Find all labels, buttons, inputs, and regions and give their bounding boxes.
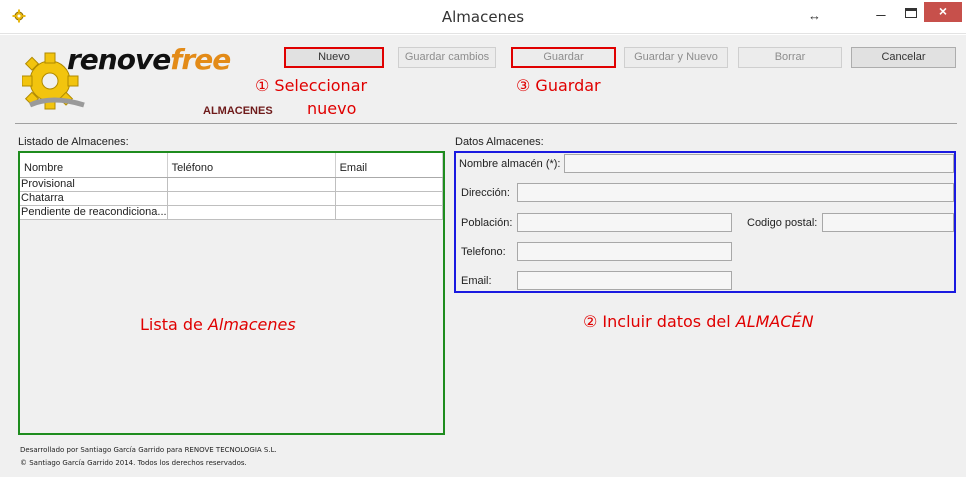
nuevo-button[interactable]: Nuevo	[284, 47, 384, 68]
annotation-step2-prefix: ② Incluir datos del	[583, 312, 736, 331]
maximize-button[interactable]	[901, 4, 921, 26]
main-panel: renovefree ALMACENES Nuevo Guardar cambi…	[0, 35, 966, 477]
guardar-cambios-button[interactable]: Guardar cambios	[398, 47, 496, 68]
telefono-input[interactable]	[517, 242, 732, 261]
guardar-y-nuevo-button[interactable]: Guardar y Nuevo	[624, 47, 728, 68]
annotation-step3: ③ Guardar	[516, 76, 601, 95]
almacenes-table: Nombre Teléfono Email Provisional Chatar…	[20, 153, 444, 220]
table-row[interactable]: Chatarra	[20, 191, 444, 206]
separator-line	[15, 123, 957, 124]
almacenes-list[interactable]: Nombre Teléfono Email Provisional Chatar…	[18, 151, 445, 435]
section-title: ALMACENES	[203, 105, 273, 117]
annotation-step1: ① Seleccionar	[255, 76, 368, 95]
logo-text-free: free	[170, 43, 231, 76]
direccion-input[interactable]	[517, 183, 954, 202]
minimize-button[interactable]: _	[871, 1, 891, 26]
list-caption-prefix: Lista de	[140, 315, 208, 334]
cell-email	[335, 191, 444, 206]
maximize-icon	[905, 8, 917, 18]
poblacion-input[interactable]	[517, 213, 732, 232]
cell-telefono	[167, 177, 336, 192]
logo-text-renove: renove	[67, 43, 171, 76]
annotation-step1-line2: nuevo	[307, 99, 357, 118]
form-label: Datos Almacenes:	[455, 136, 544, 148]
window-title: Almacenes	[441, 8, 525, 26]
cell-nombre: Chatarra	[20, 191, 168, 206]
nombre-label: Nombre almacén (*):	[459, 158, 561, 170]
table-row[interactable]: Pendiente de reacondiciona...	[20, 205, 444, 220]
poblacion-label: Población:	[461, 217, 513, 229]
title-bar: Almacenes ↔ _ ×	[0, 0, 966, 34]
codigo-postal-label: Codigo postal:	[747, 217, 818, 229]
cell-nombre: Provisional	[20, 177, 168, 192]
annotation-step2: ② Incluir datos del ALMACÉN	[583, 311, 814, 333]
table-row[interactable]: Provisional	[20, 177, 444, 192]
renovefree-logo: renovefree	[22, 41, 231, 117]
cell-telefono	[167, 205, 336, 220]
list-caption: Lista de Almacenes	[140, 315, 296, 334]
table-header-row: Nombre Teléfono Email	[20, 153, 444, 178]
nombre-input[interactable]	[564, 154, 954, 173]
column-header-email[interactable]: Email	[335, 153, 444, 178]
direccion-label: Dirección:	[461, 187, 510, 199]
email-input[interactable]	[517, 271, 732, 290]
cancelar-button[interactable]: Cancelar	[851, 47, 956, 68]
datos-almacen-form: Nombre almacén (*): Dirección: Población…	[454, 151, 956, 293]
annotation-step2-emph: ALMACÉN	[735, 312, 814, 331]
column-header-telefono[interactable]: Teléfono	[167, 153, 336, 178]
logo-wordmark: renovefree	[67, 43, 231, 76]
resize-arrows-icon: ↔	[808, 8, 821, 23]
list-caption-emph: Almacenes	[207, 315, 296, 334]
footer-developer: Desarrollado por Santiago García Garrido…	[20, 446, 277, 454]
cell-email	[335, 205, 444, 220]
footer-copyright: © Santiago García Garrido 2014. Todos lo…	[20, 459, 247, 467]
codigo-postal-input[interactable]	[822, 213, 954, 232]
email-label: Email:	[461, 275, 492, 287]
guardar-button[interactable]: Guardar	[511, 47, 616, 68]
cell-nombre: Pendiente de reacondiciona...	[20, 205, 168, 220]
borrar-button[interactable]: Borrar	[738, 47, 842, 68]
column-header-nombre[interactable]: Nombre	[20, 153, 168, 178]
cell-telefono	[167, 191, 336, 206]
list-label: Listado de Almacenes:	[18, 136, 129, 148]
cell-email	[335, 177, 444, 192]
telefono-label: Telefono:	[461, 246, 506, 258]
close-button[interactable]: ×	[924, 2, 962, 22]
